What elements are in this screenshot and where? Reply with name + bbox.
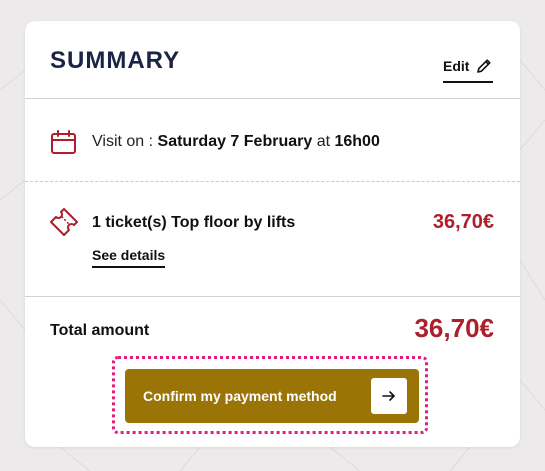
visit-divider [25, 181, 520, 182]
ticket-icon [50, 208, 78, 236]
visit-date-text: Visit on : Saturday 7 February at 16h00 [92, 133, 380, 150]
ticket-price: 36,70€ [432, 211, 494, 233]
total-label: Total amount [50, 322, 150, 339]
calendar-icon [51, 130, 76, 154]
summary-title: SUMMARY [50, 47, 181, 74]
pencil-icon [477, 59, 492, 73]
confirm-button-label: Confirm my payment method [143, 388, 337, 404]
arrow-box [371, 378, 407, 414]
edit-button[interactable]: Edit [443, 53, 494, 83]
ticket-label: 1 ticket(s) Top floor by lifts [92, 214, 296, 231]
total-divider [25, 296, 520, 297]
total-price: 36,70€ [414, 313, 494, 343]
confirm-payment-button[interactable]: Confirm my payment method [125, 369, 419, 423]
header-divider [25, 98, 520, 99]
see-details-link[interactable]: See details [92, 247, 166, 268]
edit-label: Edit [443, 58, 470, 74]
summary-card: SUMMARY Edit Visit on : Saturday 7 Febru… [25, 21, 520, 447]
arrow-right-icon [382, 391, 395, 401]
